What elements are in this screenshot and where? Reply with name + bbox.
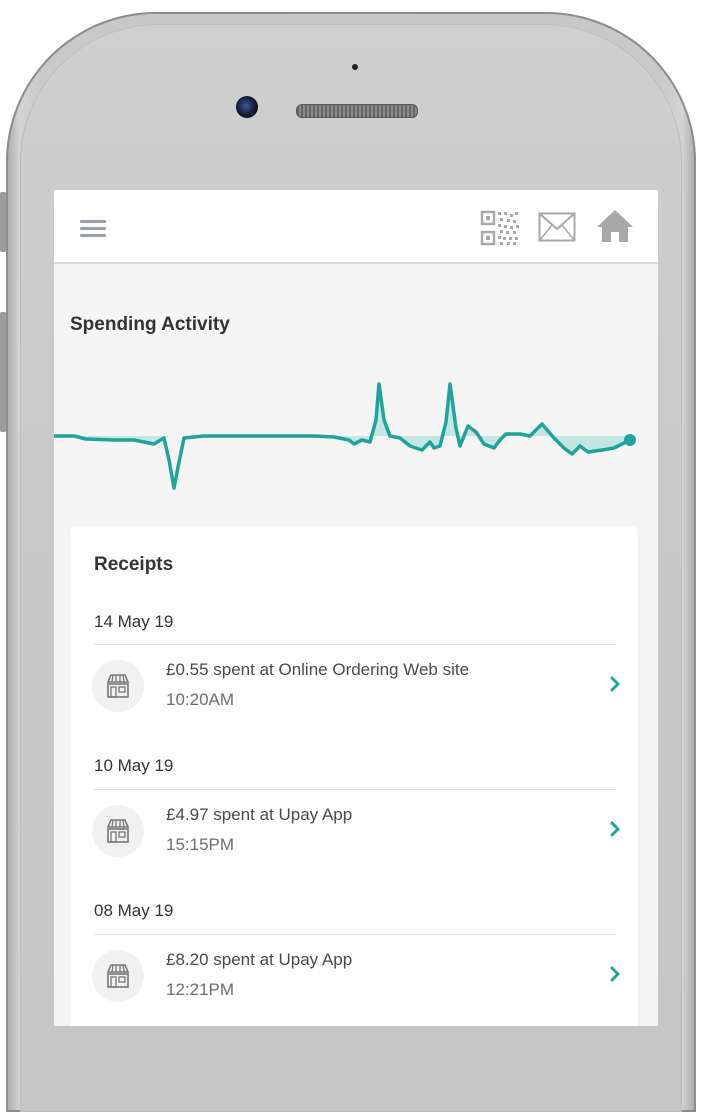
receipt-description: £4.97 spent at Upay App — [166, 805, 353, 824]
receipt-date: 14 May 19 — [94, 612, 174, 631]
menu-icon[interactable] — [80, 220, 106, 238]
sparkline-area — [54, 384, 630, 454]
receipt-date: 10 May 19 — [94, 756, 174, 775]
receipts-card: Receipts 14 May 19 £0.55 spent at Online… — [70, 526, 638, 1026]
divider — [94, 789, 616, 790]
qr-code-icon[interactable] — [480, 210, 520, 246]
chevron-right-icon — [610, 821, 620, 837]
receipt-date: 08 May 19 — [94, 901, 174, 920]
front-camera — [236, 96, 258, 118]
store-icon — [92, 950, 144, 1002]
receipt-time: 12:21PM — [166, 980, 235, 999]
receipts-title: Receipts — [94, 554, 174, 575]
receipt-row[interactable]: £8.20 spent at Upay App 12:21PM — [90, 936, 620, 1016]
divider — [94, 934, 616, 935]
chevron-right-icon — [610, 676, 620, 692]
proximity-sensor — [352, 64, 358, 70]
store-icon — [92, 660, 144, 712]
app-screen: Spending Activity Receipts 14 May 19 £0.… — [54, 190, 658, 1026]
receipt-row[interactable]: £0.55 spent at Online Ordering Web site … — [90, 646, 620, 726]
top-bar — [54, 190, 658, 264]
spending-activity-sparkline — [54, 382, 636, 490]
receipt-time: 10:20AM — [166, 690, 235, 709]
side-button — [0, 312, 6, 432]
chevron-right-icon — [610, 966, 620, 982]
mail-icon[interactable] — [538, 212, 576, 242]
divider — [94, 644, 616, 645]
side-button — [0, 192, 6, 252]
store-icon — [92, 805, 144, 857]
earpiece-speaker — [296, 104, 418, 118]
receipt-row[interactable]: £4.97 spent at Upay App 15:15PM — [90, 791, 620, 871]
spending-activity-title: Spending Activity — [70, 314, 230, 335]
receipt-time: 15:15PM — [166, 835, 235, 854]
receipt-description: £8.20 spent at Upay App — [166, 950, 353, 969]
receipt-description: £0.55 spent at Online Ordering Web site — [166, 660, 470, 679]
home-icon[interactable] — [596, 208, 634, 244]
sparkline-end-point — [624, 434, 636, 446]
